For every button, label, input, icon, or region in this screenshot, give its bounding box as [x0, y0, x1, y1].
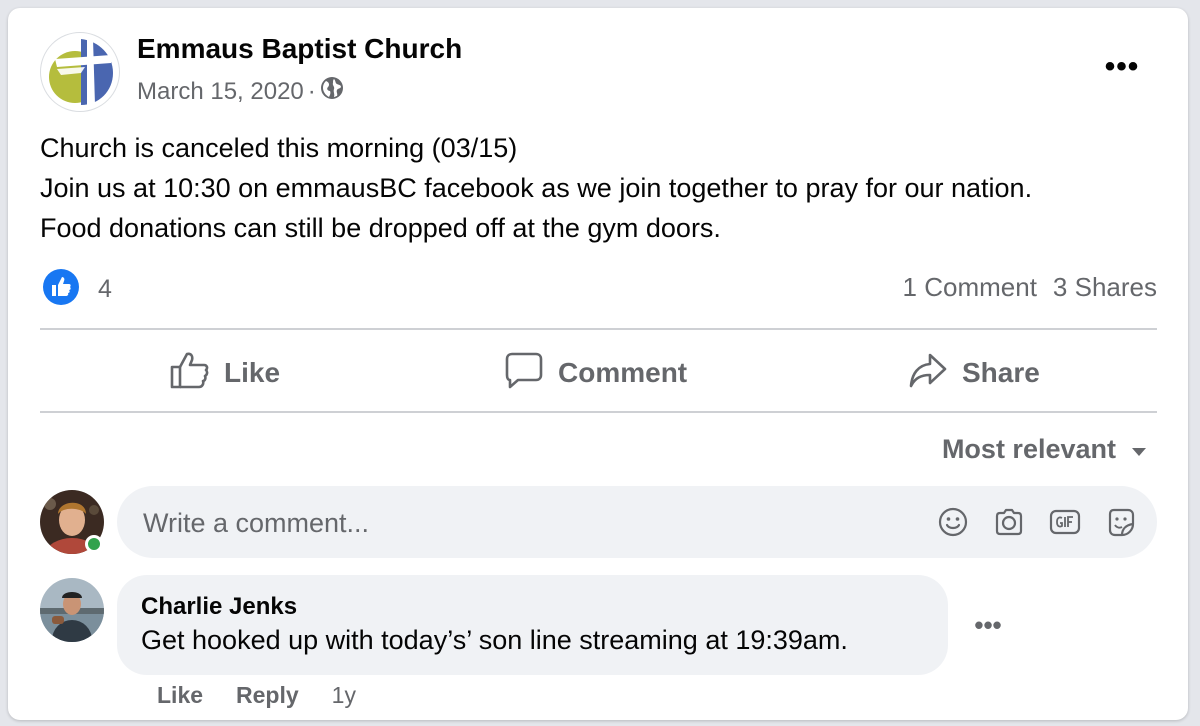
- divider: [40, 328, 1157, 330]
- like-reaction-icon: [42, 268, 80, 311]
- comment-input[interactable]: [141, 486, 905, 560]
- post-body: Church is canceled this morning (03/15) …: [40, 128, 1160, 248]
- post-card: Emmaus Baptist Church March 15, 2020 · •…: [8, 8, 1188, 720]
- comment-like-link[interactable]: Like: [157, 682, 203, 709]
- share-arrow-icon: [908, 351, 962, 396]
- page-logo-avatar[interactable]: [40, 32, 120, 112]
- post-text-line: Food donations can still be dropped off …: [40, 213, 721, 243]
- post-meta: March 15, 2020 ·: [137, 76, 344, 107]
- comment-button-label: Comment: [558, 357, 688, 388]
- online-status-indicator: [85, 535, 103, 553]
- share-button[interactable]: Share: [908, 340, 1040, 406]
- comment-sort-dropdown[interactable]: Most relevant: [942, 434, 1148, 465]
- comment-bubble: Charlie Jenks Get hooked up with today’s…: [117, 575, 948, 675]
- meta-separator: ·: [307, 77, 316, 105]
- engagement-counts: 1 Comment 3 Shares: [903, 272, 1157, 303]
- camera-icon[interactable]: [993, 506, 1025, 538]
- post-text-line: Join us at 10:30 on emmausBC facebook as…: [40, 173, 1033, 203]
- shares-count-link[interactable]: 3 Shares: [1053, 272, 1157, 303]
- comment-button[interactable]: Comment: [504, 340, 687, 406]
- commenter-avatar[interactable]: [40, 578, 104, 642]
- comment-composer: [117, 486, 1157, 560]
- reaction-count: 4: [98, 275, 112, 303]
- post-date-link[interactable]: March 15, 2020: [137, 78, 304, 106]
- current-user-avatar[interactable]: [40, 490, 104, 554]
- like-button-label: Like: [224, 357, 281, 388]
- like-button[interactable]: Like: [170, 340, 280, 406]
- commenter-name-link[interactable]: Charlie Jenks: [141, 593, 297, 621]
- comments-count-link[interactable]: 1 Comment: [903, 272, 1037, 303]
- gif-icon[interactable]: [1049, 506, 1081, 538]
- caret-down-icon: [1116, 434, 1148, 465]
- share-button-label: Share: [962, 357, 1040, 388]
- thumbs-up-icon: [170, 351, 224, 396]
- post-options-button[interactable]: •••: [1100, 50, 1144, 83]
- post-text-line: Church is canceled this morning (03/15): [40, 133, 518, 163]
- sort-label: Most relevant: [941, 434, 1116, 464]
- reactions-summary[interactable]: 4: [42, 268, 112, 311]
- sticker-icon[interactable]: [1105, 506, 1137, 538]
- comment-options-button[interactable]: •••: [968, 610, 1008, 640]
- emoji-icon[interactable]: [937, 506, 969, 538]
- comment-reply-link[interactable]: Reply: [236, 682, 299, 709]
- globe-icon: [320, 76, 344, 107]
- page-name-link[interactable]: Emmaus Baptist Church: [137, 33, 462, 65]
- comment-text: Get hooked up with today’s’ son line str…: [141, 625, 848, 655]
- divider: [40, 411, 1157, 413]
- comment-timestamp[interactable]: 1y: [332, 682, 356, 709]
- comment-actions: Like Reply 1y: [157, 682, 356, 709]
- comment-bubble-icon: [504, 351, 558, 396]
